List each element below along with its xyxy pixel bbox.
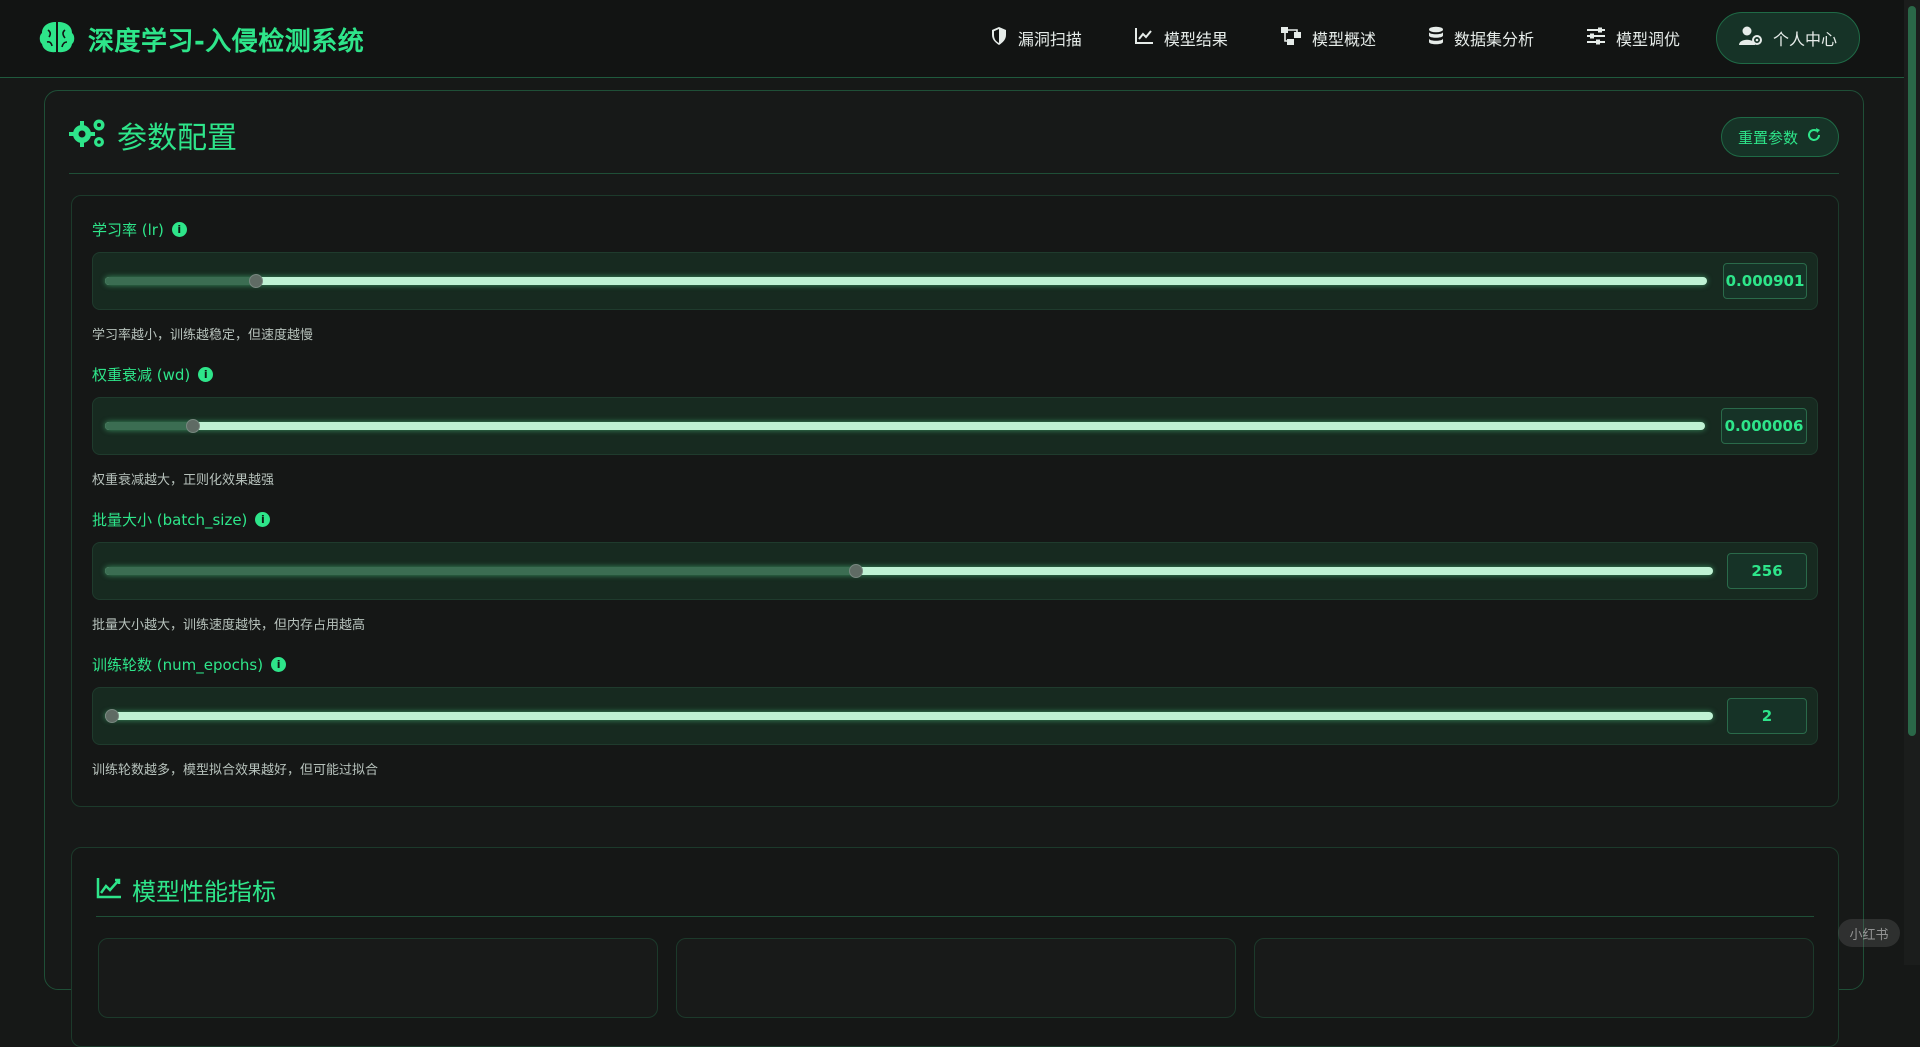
reset-params-button[interactable]: 重置参数 — [1721, 117, 1839, 157]
user-center-label: 个人中心 — [1773, 26, 1837, 50]
param-help: 训练轮数越多，模型拟合效果越好，但可能过拟合 — [92, 759, 1818, 778]
performance-title: 模型性能指标 — [132, 872, 276, 907]
slider-thumb[interactable] — [249, 274, 263, 288]
nav-item-vuln-scan[interactable]: 漏洞扫描 — [964, 12, 1108, 64]
nav-item-model-tuning[interactable]: 模型调优 — [1560, 12, 1706, 64]
wd-value[interactable]: 0.000006 — [1721, 408, 1807, 444]
refresh-icon — [1806, 127, 1822, 147]
gears-icon — [69, 117, 107, 153]
sitemap-icon — [1280, 26, 1302, 50]
area-chart-icon — [96, 877, 122, 903]
user-center-button[interactable]: 个人中心 — [1716, 12, 1860, 64]
config-divider — [69, 173, 1839, 174]
param-batch-size: 批量大小 (batch_size) i 256 批量大小越大，训练速度越快，但内… — [92, 508, 1818, 633]
metric-card — [676, 938, 1236, 1018]
batch-size-value[interactable]: 256 — [1727, 553, 1807, 589]
watermark: 小红书 — [1838, 919, 1900, 947]
slider-container: 0.000006 — [92, 397, 1818, 455]
slider-container: 2 — [92, 687, 1818, 745]
slider-thumb[interactable] — [849, 564, 863, 578]
param-help: 权重衰减越大，正则化效果越强 — [92, 469, 1818, 488]
param-help: 批量大小越大，训练速度越快，但内存占用越高 — [92, 614, 1818, 633]
param-panel: 学习率 (lr) i 0.000901 学习率越小，训练越稳定，但速度越慢 权重… — [71, 195, 1839, 807]
param-label: 权重衰减 (wd) — [92, 364, 190, 385]
page-scrollbar[interactable] — [1904, 0, 1920, 965]
nav-item-label: 模型调优 — [1616, 26, 1680, 50]
param-weight-decay: 权重衰减 (wd) i 0.000006 权重衰减越大，正则化效果越强 — [92, 363, 1818, 488]
scrollbar-thumb[interactable] — [1908, 6, 1916, 736]
config-header: 参数配置 — [69, 113, 237, 157]
param-label: 批量大小 (batch_size) — [92, 509, 247, 530]
slider-fill — [105, 422, 193, 430]
epochs-slider[interactable] — [105, 712, 1713, 720]
app-title: 深度学习-入侵检测系统 — [88, 21, 364, 58]
lr-slider[interactable] — [105, 277, 1707, 285]
info-icon[interactable]: i — [172, 222, 187, 237]
info-icon[interactable]: i — [255, 512, 270, 527]
reset-params-label: 重置参数 — [1738, 127, 1798, 148]
nav-item-label: 模型结果 — [1164, 26, 1228, 50]
metric-card — [1254, 938, 1814, 1018]
nav-item-label: 数据集分析 — [1454, 26, 1534, 50]
nav-item-label: 模型概述 — [1312, 26, 1376, 50]
user-gear-icon — [1739, 26, 1763, 50]
slider-fill — [105, 567, 856, 575]
info-icon[interactable]: i — [271, 657, 286, 672]
database-icon — [1428, 26, 1444, 50]
main-nav: 漏洞扫描 模型结果 模型概述 数据集分析 模型调优 — [964, 12, 1860, 64]
slider-fill — [105, 277, 256, 285]
sliders-icon — [1586, 27, 1606, 49]
param-label: 学习率 (lr) — [92, 219, 164, 240]
lr-value[interactable]: 0.000901 — [1723, 263, 1807, 299]
param-label: 训练轮数 (num_epochs) — [92, 654, 263, 675]
brain-icon — [38, 20, 76, 58]
shield-icon — [990, 26, 1008, 50]
info-icon[interactable]: i — [198, 367, 213, 382]
top-navbar: 深度学习-入侵检测系统 漏洞扫描 模型结果 模型概述 数据集分析 — [0, 0, 1920, 78]
slider-container: 256 — [92, 542, 1818, 600]
nav-item-model-overview[interactable]: 模型概述 — [1254, 12, 1402, 64]
line-chart-icon — [1134, 27, 1154, 49]
nav-item-model-results[interactable]: 模型结果 — [1108, 12, 1254, 64]
slider-thumb[interactable] — [186, 419, 200, 433]
metric-card — [98, 938, 658, 1018]
slider-container: 0.000901 — [92, 252, 1818, 310]
brand[interactable]: 深度学习-入侵检测系统 — [38, 17, 364, 61]
performance-header: 模型性能指标 — [96, 872, 276, 907]
param-help: 学习率越小，训练越稳定，但速度越慢 — [92, 324, 1818, 343]
wd-slider[interactable] — [105, 422, 1705, 430]
epochs-value[interactable]: 2 — [1727, 698, 1807, 734]
config-title: 参数配置 — [117, 113, 237, 157]
performance-divider — [96, 916, 1814, 917]
slider-thumb[interactable] — [105, 709, 119, 723]
batch-size-slider[interactable] — [105, 567, 1713, 575]
nav-item-dataset-analysis[interactable]: 数据集分析 — [1402, 12, 1560, 64]
param-learning-rate: 学习率 (lr) i 0.000901 学习率越小，训练越稳定，但速度越慢 — [92, 218, 1818, 343]
performance-panel: 模型性能指标 — [71, 847, 1839, 1047]
param-num-epochs: 训练轮数 (num_epochs) i 2 训练轮数越多，模型拟合效果越好，但可… — [92, 653, 1818, 778]
nav-item-label: 漏洞扫描 — [1018, 26, 1082, 50]
main-content-card: 参数配置 重置参数 学习率 (lr) i 0.000901 学习率越小，训练越稳… — [44, 90, 1864, 990]
